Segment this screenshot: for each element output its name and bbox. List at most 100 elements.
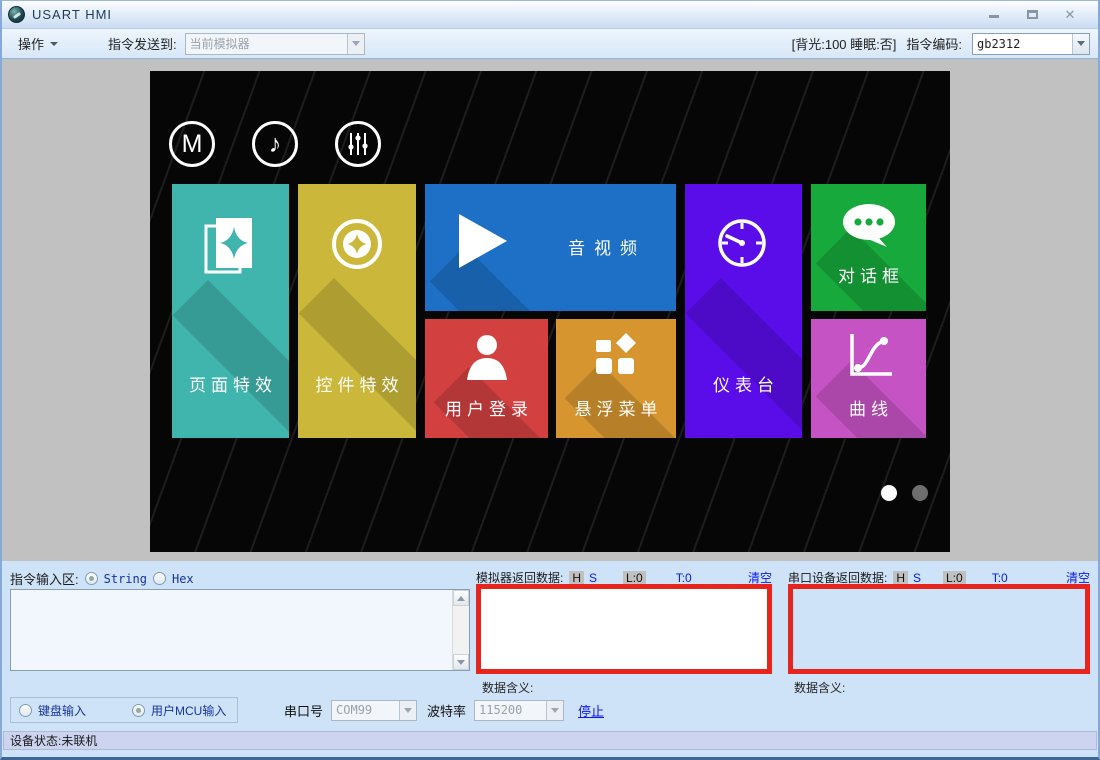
chevron-down-icon	[1077, 41, 1085, 46]
minimize-button[interactable]	[986, 7, 1002, 22]
coin-icon	[332, 219, 382, 269]
titlebar: USART HMI ✕	[2, 1, 1098, 29]
simulator-meaning-label: 数据含义:	[482, 681, 534, 695]
scroll-down-button[interactable]	[453, 654, 469, 670]
encoding-value: gb2312	[977, 36, 1021, 51]
dropdown-arrow-button	[399, 700, 417, 720]
equalizer-button[interactable]	[335, 121, 381, 167]
stop-link[interactable]: 停止	[578, 701, 604, 720]
baud-rate-label: 波特率	[427, 703, 467, 719]
serial-port-select[interactable]: COM99	[331, 699, 418, 721]
play-icon	[459, 214, 507, 268]
scrollbar[interactable]	[452, 590, 469, 670]
tile-dialog-box[interactable]: 对话框	[811, 184, 926, 311]
command-input-textarea[interactable]	[11, 590, 452, 670]
page-indicator	[881, 485, 928, 501]
simulator-times-counter[interactable]: T:0	[676, 571, 692, 585]
keyboard-input-radio[interactable]	[19, 703, 32, 717]
hex-radio-label: Hex	[171, 571, 194, 586]
send-to-label: 指令发送到:	[108, 37, 177, 52]
close-button[interactable]: ✕	[1062, 7, 1078, 23]
operation-menu-label: 操作	[18, 37, 45, 52]
device-times-counter[interactable]: T:0	[992, 571, 1008, 585]
tile-label: 控件特效	[315, 376, 404, 395]
command-input-box	[10, 589, 470, 671]
operation-menu[interactable]: 操作	[10, 31, 66, 56]
send-target-select[interactable]: 当前模拟器	[184, 32, 365, 55]
dropdown-arrow-button	[546, 700, 564, 720]
tile-audio-video[interactable]: 音视频	[425, 184, 676, 311]
device-hex-toggle[interactable]: H	[893, 570, 909, 585]
keyboard-input-label: 键盘输入	[38, 703, 87, 718]
music-note-button[interactable]: ♪	[252, 121, 298, 167]
chat-bubble-icon	[843, 204, 895, 247]
tile-label: 对话框	[838, 267, 904, 286]
hmi-screen: M ♪ 页面特效 控件特效 音视频 用户登录 悬浮菜单 仪表台 对话框 曲线	[150, 71, 950, 552]
tile-label: 仪表台	[713, 376, 779, 395]
mcu-input-radio[interactable]	[132, 703, 146, 717]
tile-long-shadow	[298, 278, 416, 438]
menu-tiles-icon	[596, 333, 636, 374]
arrow-up-icon	[457, 595, 465, 601]
tile-label: 曲线	[849, 400, 893, 419]
device-status-text: 设备状态:未联机	[10, 734, 98, 748]
tile-long-shadow	[685, 278, 802, 438]
tile-dashboard[interactable]: 仪表台	[685, 184, 802, 438]
pages-icon	[204, 218, 252, 274]
scroll-up-button[interactable]	[453, 590, 469, 606]
serial-port-label: 串口号	[284, 703, 324, 719]
tile-label: 页面特效	[189, 376, 277, 395]
send-target-value: 当前模拟器	[189, 37, 250, 51]
device-length-counter[interactable]: L:0	[943, 570, 966, 585]
input-mode-group: 键盘输入 用户MCU输入	[10, 697, 238, 723]
maximize-icon	[1026, 10, 1038, 19]
pager-dot-active[interactable]	[881, 485, 897, 501]
mcu-input-label: 用户MCU输入	[151, 703, 227, 718]
simulator-return-box[interactable]	[476, 584, 772, 674]
encoding-select[interactable]: gb2312	[972, 32, 1090, 55]
device-string-toggle[interactable]: S	[913, 571, 921, 585]
window-title: USART HMI	[32, 7, 113, 22]
string-radio[interactable]	[84, 572, 98, 585]
chevron-down-icon	[404, 707, 413, 713]
device-return-box[interactable]	[788, 584, 1090, 674]
pager-dot[interactable]	[912, 485, 928, 501]
device-meaning-label: 数据含义:	[794, 681, 846, 695]
tile-label: 悬浮菜单	[574, 400, 663, 419]
chevron-down-icon	[351, 41, 360, 46]
badge-row: M ♪	[169, 121, 381, 167]
tile-page-effects[interactable]: 页面特效	[172, 184, 289, 438]
minimize-icon	[989, 15, 999, 18]
tile-label: 用户登录	[445, 400, 533, 419]
bottom-panel: 指令输入区: String Hex 模拟器返回数据: H S L:0 T:0 清…	[2, 561, 1098, 731]
baud-rate-select[interactable]: 115200	[474, 699, 565, 721]
user-icon	[467, 335, 507, 380]
serial-port-value: COM99	[336, 703, 373, 717]
simulator-hex-toggle[interactable]: H	[569, 570, 585, 585]
simulator-string-toggle[interactable]: S	[589, 571, 597, 585]
m-badge-button[interactable]: M	[169, 121, 215, 167]
command-input-label: 指令输入区:	[10, 572, 79, 587]
tile-floating-menu[interactable]: 悬浮菜单	[556, 319, 676, 438]
encoding-label: 指令编码:	[906, 37, 962, 52]
controls-row: 键盘输入 用户MCU输入 串口号 COM99 波特率 115200 停止	[10, 697, 1090, 723]
tile-label: 音视频	[568, 239, 646, 258]
tile-user-login[interactable]: 用户登录	[425, 319, 548, 438]
arrow-down-icon	[457, 659, 465, 665]
dropdown-arrow-button	[1072, 33, 1089, 54]
workspace: M ♪ 页面特效 控件特效 音视频 用户登录 悬浮菜单 仪表台 对话框 曲线	[2, 59, 1098, 561]
chevron-down-icon	[50, 41, 59, 46]
tile-curve[interactable]: 曲线	[811, 319, 926, 438]
maximize-button[interactable]	[1024, 7, 1040, 22]
hex-radio[interactable]	[152, 572, 166, 585]
chevron-down-icon	[551, 707, 560, 713]
gauge-icon	[718, 219, 766, 267]
string-radio-label: String	[103, 571, 147, 586]
tile-widget-effects[interactable]: 控件特效	[298, 184, 416, 438]
simulator-length-counter[interactable]: L:0	[623, 570, 646, 585]
app-icon	[8, 6, 25, 23]
statusbar: 设备状态:未联机	[3, 731, 1097, 750]
window-footer	[2, 750, 1098, 757]
equalizer-icon	[348, 133, 368, 155]
backlight-sleep-status: [背光:100 睡眠:否]	[791, 37, 897, 52]
